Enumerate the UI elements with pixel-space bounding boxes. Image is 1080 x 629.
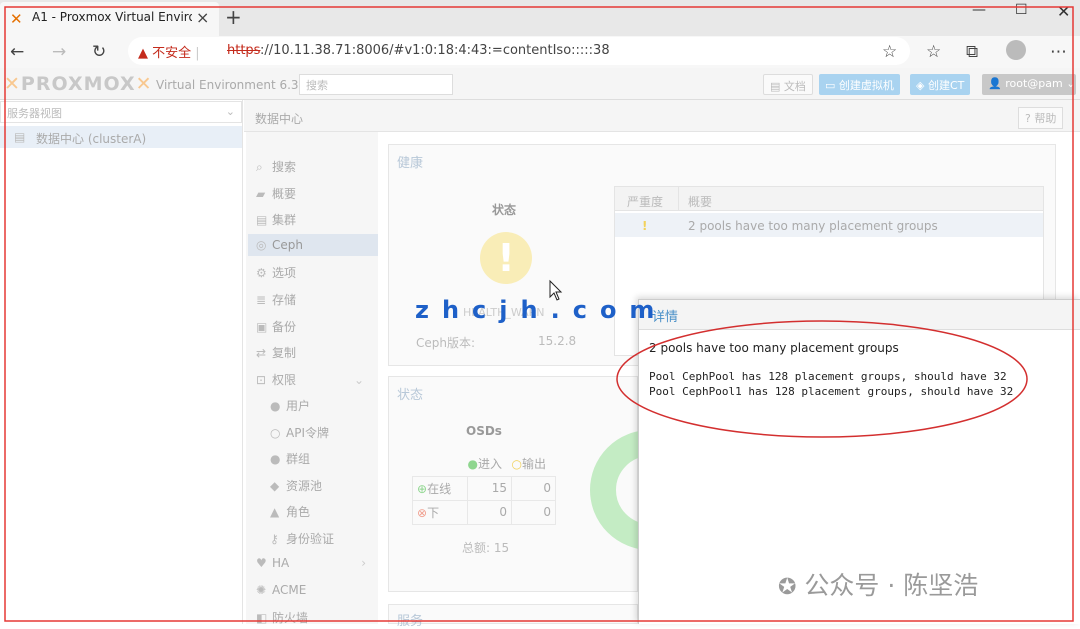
wechat-icon: ✪ — [778, 575, 797, 600]
red-ellipse — [616, 320, 1028, 438]
wechat-watermark: ✪ 公众号 · 陈坚浩 — [778, 571, 979, 600]
watermark: zhcjh.com — [415, 296, 668, 324]
